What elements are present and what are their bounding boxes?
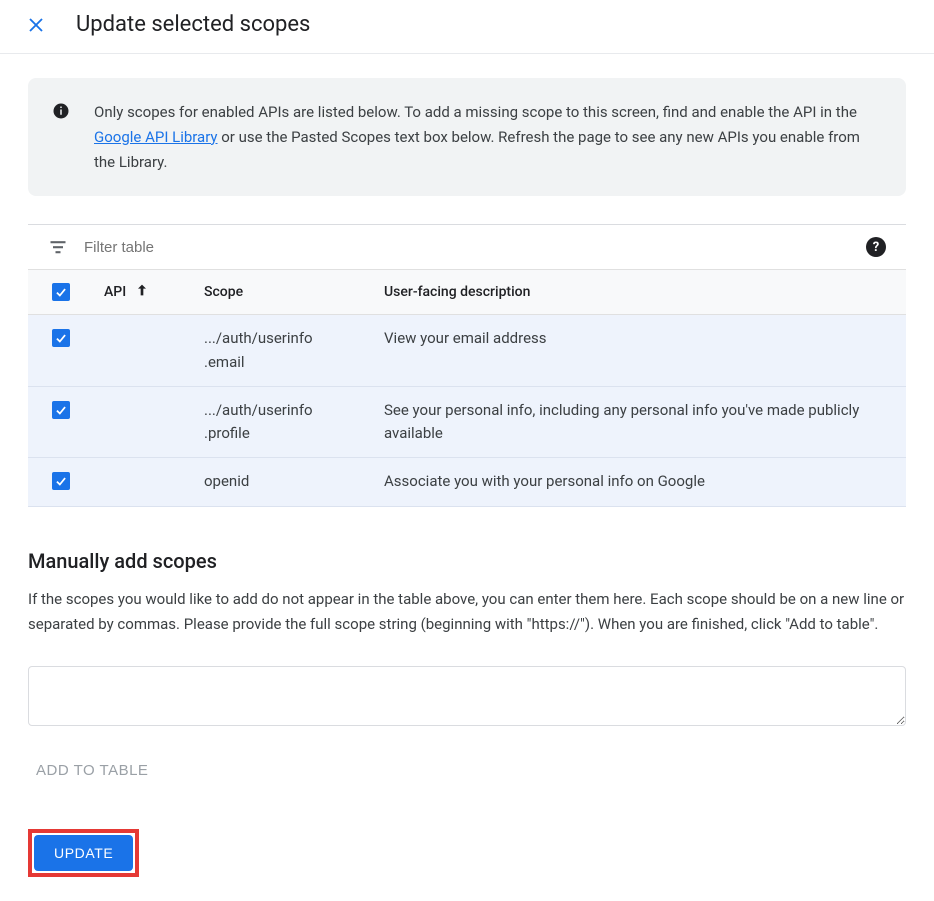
row-description: View your email address	[368, 315, 906, 387]
table-row: .../auth/userinfo .profileSee your perso…	[28, 386, 906, 458]
info-text: Only scopes for enabled APIs are listed …	[94, 100, 882, 174]
help-icon[interactable]: ?	[866, 237, 886, 257]
dialog-footer: UPDATE	[28, 829, 906, 877]
close-icon[interactable]	[24, 13, 48, 37]
manual-scopes-title: Manually add scopes	[28, 549, 906, 573]
api-column-header[interactable]: API	[104, 282, 172, 302]
filter-bar: ?	[28, 224, 906, 269]
row-checkbox[interactable]	[52, 472, 70, 490]
add-to-table-button[interactable]: ADD TO TABLE	[28, 752, 156, 789]
row-scope: .../auth/userinfo .profile	[188, 386, 368, 458]
filter-icon[interactable]	[48, 237, 68, 257]
table-row: openidAssociate you with your personal i…	[28, 458, 906, 506]
row-api	[88, 458, 188, 506]
row-api	[88, 315, 188, 387]
sort-ascending-icon	[134, 282, 150, 302]
scope-column-header[interactable]: Scope	[188, 270, 368, 315]
info-text-before: Only scopes for enabled APIs are listed …	[94, 103, 857, 121]
row-description: Associate you with your personal info on…	[368, 458, 906, 506]
row-api	[88, 386, 188, 458]
dialog-header: Update selected scopes	[0, 0, 934, 54]
info-banner: Only scopes for enabled APIs are listed …	[28, 78, 906, 196]
description-column-header[interactable]: User-facing description	[368, 270, 906, 315]
filter-input[interactable]	[84, 239, 866, 256]
row-checkbox[interactable]	[52, 401, 70, 419]
row-description: See your personal info, including any pe…	[368, 386, 906, 458]
api-library-link[interactable]: Google API Library	[94, 128, 218, 146]
info-icon	[52, 102, 70, 174]
manual-scopes-description: If the scopes you would like to add do n…	[28, 587, 906, 638]
select-all-checkbox[interactable]	[52, 283, 70, 301]
api-header-label: API	[104, 284, 126, 300]
update-highlight-frame: UPDATE	[28, 829, 139, 877]
scopes-table: API Scope User-facing description .../au…	[28, 269, 906, 506]
update-button[interactable]: UPDATE	[34, 835, 133, 871]
row-checkbox[interactable]	[52, 329, 70, 347]
row-scope: openid	[188, 458, 368, 506]
manual-scopes-textarea[interactable]	[28, 666, 906, 726]
table-row: .../auth/userinfo .emailView your email …	[28, 315, 906, 387]
page-title: Update selected scopes	[76, 12, 310, 37]
row-scope: .../auth/userinfo .email	[188, 315, 368, 387]
table-header-row: API Scope User-facing description	[28, 270, 906, 315]
